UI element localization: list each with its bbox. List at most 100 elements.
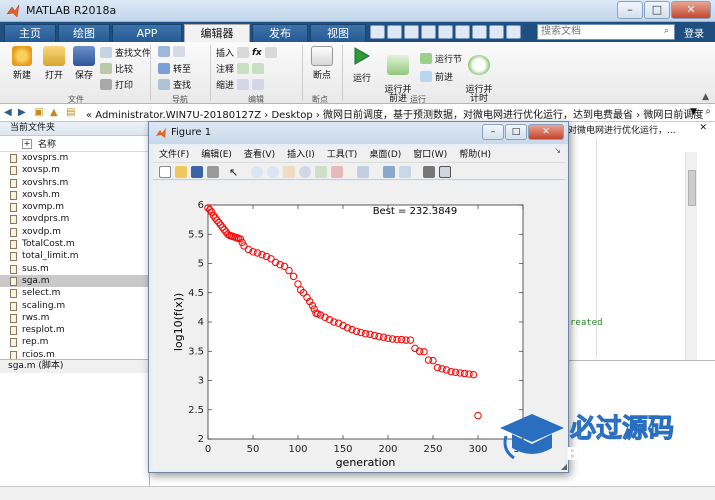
search-icon[interactable]: ⌕ [664,26,674,36]
save-figure-icon[interactable] [191,166,203,178]
print-figure-icon[interactable] [207,166,219,178]
goto-button[interactable]: 转至 [158,62,191,75]
qa-redo-icon[interactable] [455,25,470,39]
breakpoints-button[interactable]: 断点 [308,46,336,81]
scrollbar-thumb[interactable] [688,170,696,206]
minimize-button[interactable]: – [617,1,643,19]
menu-desktop[interactable]: 桌面(D) [363,146,407,161]
zoom-out-icon[interactable] [267,166,279,178]
print-button[interactable]: 打印 [100,78,133,91]
menu-view[interactable]: 查看(V) [238,146,281,161]
run-section-button[interactable]: 运行节 [420,52,462,65]
forward-icon[interactable]: ▶ [18,107,30,119]
save-button[interactable]: 保存 [70,46,98,81]
qa-cut-icon[interactable] [387,25,402,39]
qa-paste-icon[interactable] [421,25,436,39]
comment-button[interactable]: 注释 [216,62,265,75]
run-and-time-clock-icon [468,55,490,75]
find-files-button[interactable]: 查找文件 [100,46,151,59]
legend-icon[interactable] [399,166,411,178]
address-search-icon[interactable]: ⌕ [705,106,711,117]
file-list-item[interactable]: sus.m [0,263,149,275]
new-figure-icon[interactable] [159,166,171,178]
figure-minimize-button[interactable]: – [482,124,504,140]
indent-button[interactable]: 缩进 [216,78,265,91]
edit-plot-arrow-icon[interactable]: ↖ [229,166,241,179]
m-file-icon [10,264,17,274]
maximize-button[interactable]: □ [644,1,670,19]
qa-switch-windows-icon[interactable] [472,25,487,39]
show-plot-tools-icon[interactable] [439,166,451,178]
menu-window[interactable]: 窗口(W) [407,146,453,161]
tab-apps[interactable]: APP [112,24,182,42]
hide-plot-tools-icon[interactable] [423,166,435,178]
file-list-item[interactable]: xovsh.m [0,189,149,201]
file-list-item[interactable]: sga.m [0,274,149,288]
menu-edit[interactable]: 编辑(E) [195,146,238,161]
menu-file[interactable]: 文件(F) [153,146,195,161]
file-list-item[interactable]: TotalCost.m [0,238,149,250]
file-list-item[interactable]: total_limit.m [0,250,149,262]
editor-tab-title[interactable]: 对微电网进行优化运行，... [568,123,676,136]
file-list-item[interactable]: xovmp.m [0,201,149,213]
file-list-item[interactable]: scaling.m [0,300,149,312]
tab-view[interactable]: 视图 [310,24,366,42]
file-list-item[interactable]: select.m [0,287,149,299]
up-folder-icon[interactable]: ▲ [50,107,62,119]
new-button[interactable]: 新建 [8,46,36,81]
tab-home[interactable]: 主页 [4,24,56,42]
editor-vertical-scrollbar[interactable] [685,152,697,360]
brush-icon[interactable] [331,166,343,178]
qa-customize-icon[interactable] [506,25,521,39]
search-documentation-input[interactable]: 搜索文档 [537,24,675,40]
address-dropdown-icon[interactable]: ▼ [690,107,697,117]
figure-maximize-button[interactable]: □ [505,124,527,140]
link-plot-icon[interactable] [357,166,369,178]
compare-button[interactable]: 比较 [100,62,133,75]
pan-hand-icon[interactable] [283,166,295,178]
login-link[interactable]: 登录 [684,25,704,40]
collapse-ribbon-icon[interactable]: ▲ [702,92,709,102]
zoom-in-icon[interactable] [251,166,263,178]
figure-title-bar[interactable]: Figure 1 – □ ✕ [149,122,568,144]
menu-help[interactable]: 帮助(H) [453,146,497,161]
qa-save-icon[interactable] [370,25,385,39]
editor-close-icon[interactable]: ✕ [699,123,707,133]
colorbar-icon[interactable] [383,166,395,178]
tab-publish[interactable]: 发布 [252,24,308,42]
file-list-item[interactable]: xovdp.m [0,226,149,238]
dock-figure-icon[interactable]: ↘ [554,146,565,161]
file-list-item[interactable]: xovsprs.m [0,152,149,164]
file-list-item[interactable]: xovshrs.m [0,177,149,189]
menu-insert[interactable]: 插入(I) [281,146,321,161]
open-file-icon[interactable] [175,166,187,178]
figure-close-button[interactable]: ✕ [528,124,564,140]
x-tick-label: 250 [423,444,442,455]
back-forward-buttons[interactable] [158,46,185,57]
tab-editor[interactable]: 编辑器 [184,24,250,42]
file-list-item[interactable]: xovdprs.m [0,213,149,225]
qa-copy-icon[interactable] [404,25,419,39]
file-list-item[interactable]: rws.m [0,312,149,324]
insert-button[interactable]: 插入 fx [216,46,277,59]
data-cursor-icon[interactable] [315,166,327,178]
qa-undo-icon[interactable] [438,25,453,39]
tab-plots[interactable]: 绘图 [58,24,110,42]
browse-folder-icon[interactable]: ▣ [34,107,46,119]
run-and-time-button[interactable]: 运行并 计时 [462,46,496,104]
run-button[interactable]: 运行 [348,46,376,84]
qa-help-icon[interactable] [489,25,504,39]
open-button[interactable]: 打开 [40,46,68,81]
back-icon[interactable]: ◀ [4,107,16,119]
name-column-header[interactable]: 名称 [38,137,56,150]
advance-button[interactable]: 前进 [420,70,453,83]
file-list-item[interactable]: rep.m [0,336,149,348]
file-list-item[interactable]: resplot.m [0,324,149,336]
expand-icon[interactable]: + [22,138,32,149]
close-button[interactable]: ✕ [671,1,711,19]
file-list-item[interactable]: xovsp.m [0,164,149,176]
address-path[interactable]: « Administrator.WIN7U-20180127Z › Deskto… [86,106,703,121]
rotate-3d-icon[interactable] [299,166,311,178]
find-button[interactable]: 查找 [158,78,191,91]
menu-tools[interactable]: 工具(T) [321,146,364,161]
